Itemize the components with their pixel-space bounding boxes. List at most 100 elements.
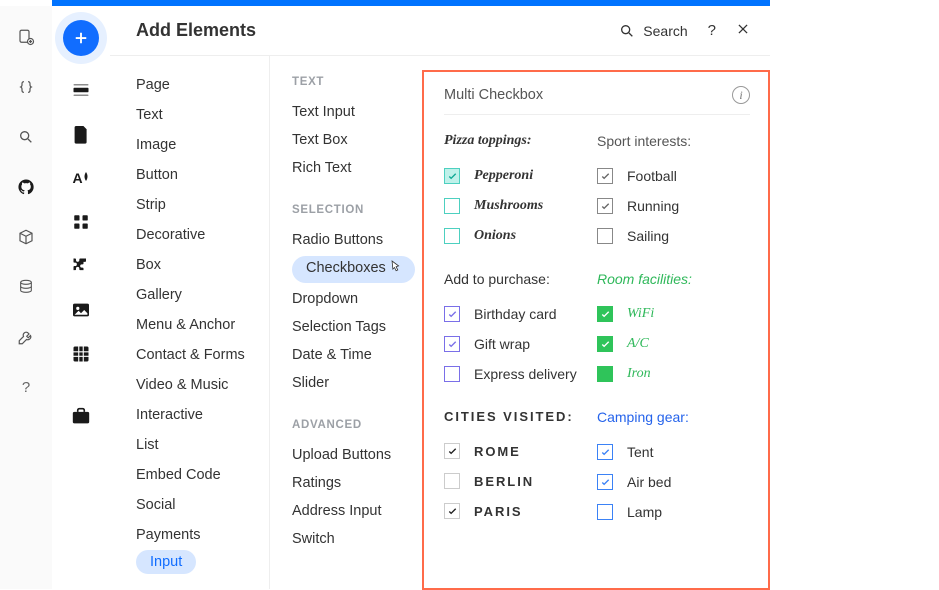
sub-text-input[interactable]: Text Input bbox=[292, 98, 422, 126]
sub-address-input[interactable]: Address Input bbox=[292, 497, 422, 525]
checkbox-group-pizza[interactable]: Pizza toppings: Pepperoni Mushrooms Onio… bbox=[444, 133, 597, 251]
cat-payments[interactable]: Payments bbox=[136, 520, 269, 550]
checkbox[interactable] bbox=[597, 228, 613, 244]
cat-image[interactable]: Image bbox=[136, 130, 269, 160]
cat-video-music[interactable]: Video & Music bbox=[136, 370, 269, 400]
option-label: Rome bbox=[474, 444, 521, 459]
cat-page[interactable]: Page bbox=[136, 70, 269, 100]
group-title: Sport interests: bbox=[597, 133, 750, 149]
sub-checkboxes-label: Checkboxes bbox=[306, 260, 386, 276]
add-button[interactable] bbox=[63, 20, 99, 56]
braces-icon[interactable] bbox=[17, 78, 35, 96]
group-title: Pizza toppings: bbox=[444, 133, 597, 149]
checkbox[interactable] bbox=[597, 444, 613, 460]
option-label: A/C bbox=[627, 336, 649, 352]
sub-selection-tags[interactable]: Selection Tags bbox=[292, 313, 422, 341]
sub-upload-buttons[interactable]: Upload Buttons bbox=[292, 441, 422, 469]
option-label: Iron bbox=[627, 366, 651, 382]
puzzle-icon[interactable] bbox=[71, 256, 91, 276]
group-title: Cities visited: bbox=[444, 409, 597, 424]
cat-contact-forms[interactable]: Contact & Forms bbox=[136, 340, 269, 370]
package-icon[interactable] bbox=[17, 228, 35, 246]
section-heading-text: TEXT bbox=[292, 76, 422, 88]
left-rail: ? bbox=[0, 6, 52, 589]
cat-interactive[interactable]: Interactive bbox=[136, 400, 269, 430]
sub-text-box[interactable]: Text Box bbox=[292, 126, 422, 154]
sub-dropdown[interactable]: Dropdown bbox=[292, 285, 422, 313]
checkbox[interactable] bbox=[597, 474, 613, 490]
checkbox[interactable] bbox=[444, 306, 460, 322]
info-icon[interactable]: i bbox=[732, 86, 750, 104]
cat-menu-anchor[interactable]: Menu & Anchor bbox=[136, 310, 269, 340]
cat-input[interactable]: Input bbox=[136, 550, 196, 574]
option-label: Gift wrap bbox=[474, 336, 530, 352]
cat-embed-code[interactable]: Embed Code bbox=[136, 460, 269, 490]
checkbox-group-purchase[interactable]: Add to purchase: Birthday card Gift wrap… bbox=[444, 271, 597, 389]
panel-title: Add Elements bbox=[136, 20, 619, 41]
image-icon[interactable] bbox=[71, 300, 91, 320]
checkbox[interactable] bbox=[597, 198, 613, 214]
option-label: Birthday card bbox=[474, 306, 556, 322]
page-icon[interactable] bbox=[71, 124, 91, 144]
checkbox-group-cities[interactable]: Cities visited: Rome Berlin Paris bbox=[444, 409, 597, 527]
cat-button[interactable]: Button bbox=[136, 160, 269, 190]
text-theme-icon[interactable]: A bbox=[71, 168, 91, 188]
option-label: Berlin bbox=[474, 474, 534, 489]
cat-box[interactable]: Box bbox=[136, 250, 269, 280]
cat-decorative[interactable]: Decorative bbox=[136, 220, 269, 250]
group-title: Add to purchase: bbox=[444, 271, 597, 287]
section-icon[interactable] bbox=[71, 80, 91, 100]
option-label: Lamp bbox=[627, 504, 662, 520]
categories-column: Page Text Image Button Strip Decorative … bbox=[110, 56, 270, 589]
sub-slider[interactable]: Slider bbox=[292, 369, 422, 397]
panel-header: Add Elements Search ? bbox=[110, 6, 770, 56]
checkbox[interactable] bbox=[444, 366, 460, 382]
cat-list[interactable]: List bbox=[136, 430, 269, 460]
checkbox[interactable] bbox=[444, 198, 460, 214]
grid-icon[interactable] bbox=[71, 344, 91, 364]
checkbox[interactable] bbox=[597, 504, 613, 520]
section-heading-selection: SELECTION bbox=[292, 204, 422, 216]
cat-strip[interactable]: Strip bbox=[136, 190, 269, 220]
sub-checkboxes[interactable]: Checkboxes bbox=[292, 256, 415, 283]
checkbox[interactable] bbox=[597, 168, 613, 184]
database-page-icon[interactable] bbox=[17, 28, 35, 46]
checkbox[interactable] bbox=[444, 503, 460, 519]
wrench-icon[interactable] bbox=[17, 328, 35, 346]
checkbox[interactable] bbox=[597, 366, 613, 382]
github-icon[interactable] bbox=[17, 178, 35, 196]
checkbox[interactable] bbox=[444, 336, 460, 352]
checkbox[interactable] bbox=[597, 336, 613, 352]
search-button[interactable]: Search bbox=[619, 23, 687, 39]
help-icon[interactable]: ? bbox=[17, 378, 35, 396]
sub-date-time[interactable]: Date & Time bbox=[292, 341, 422, 369]
checkbox[interactable] bbox=[444, 473, 460, 489]
sub-switch[interactable]: Switch bbox=[292, 525, 422, 553]
option-label: Football bbox=[627, 168, 677, 184]
close-icon[interactable] bbox=[736, 22, 750, 39]
database-icon[interactable] bbox=[17, 278, 35, 296]
checkbox-group-sport[interactable]: Sport interests: Football Running Sailin… bbox=[597, 133, 750, 251]
search-icon[interactable] bbox=[17, 128, 35, 146]
apps-icon[interactable] bbox=[71, 212, 91, 232]
checkbox[interactable] bbox=[444, 443, 460, 459]
cat-text[interactable]: Text bbox=[136, 100, 269, 130]
cat-gallery[interactable]: Gallery bbox=[136, 280, 269, 310]
sub-ratings[interactable]: Ratings bbox=[292, 469, 422, 497]
option-label: Express delivery bbox=[474, 366, 577, 382]
group-title: Room facilities: bbox=[597, 271, 750, 287]
checkbox[interactable] bbox=[444, 228, 460, 244]
sub-radio-buttons[interactable]: Radio Buttons bbox=[292, 226, 422, 254]
group-title: Camping gear: bbox=[597, 409, 750, 425]
editor-rail: A bbox=[52, 6, 110, 589]
checkbox-group-room[interactable]: Room facilities: WiFi A/C Iron bbox=[597, 271, 750, 389]
option-label: Paris bbox=[474, 504, 523, 519]
checkbox-group-camping[interactable]: Camping gear: Tent Air bed Lamp bbox=[597, 409, 750, 527]
help-icon[interactable]: ? bbox=[708, 22, 716, 39]
sub-rich-text[interactable]: Rich Text bbox=[292, 154, 422, 182]
section-heading-advanced: ADVANCED bbox=[292, 419, 422, 431]
cat-social[interactable]: Social bbox=[136, 490, 269, 520]
briefcase-icon[interactable] bbox=[71, 406, 91, 426]
checkbox[interactable] bbox=[444, 168, 460, 184]
checkbox[interactable] bbox=[597, 306, 613, 322]
